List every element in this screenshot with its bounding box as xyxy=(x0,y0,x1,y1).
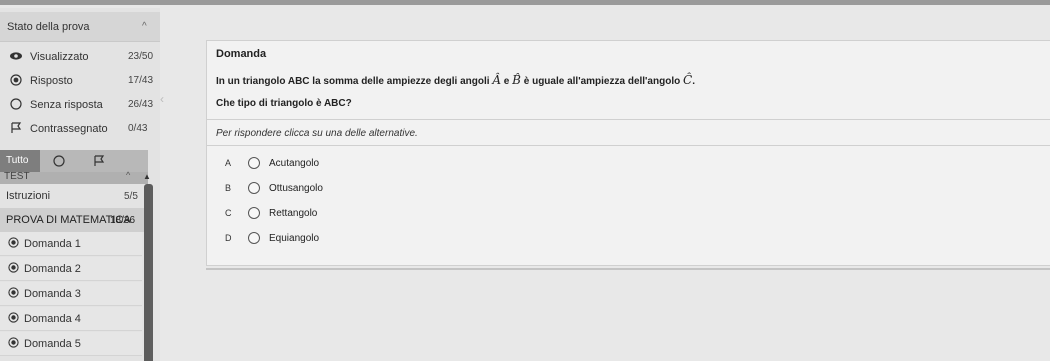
question-label: Domanda 3 xyxy=(24,288,81,300)
option-text: Acutangolo xyxy=(269,158,320,169)
top-border xyxy=(0,0,1050,5)
section-label: Istruzioni xyxy=(6,190,51,202)
option-letter: D xyxy=(225,233,232,243)
option-text: Rettangolo xyxy=(269,208,318,219)
stat-count: 26/43 xyxy=(128,99,154,110)
stat-label: Senza risposta xyxy=(30,99,103,111)
radio-filled-icon xyxy=(8,337,19,348)
radio-button[interactable] xyxy=(248,232,260,244)
stat-count: 17/43 xyxy=(128,75,154,86)
sidebar: Stato della prova ^ Visualizzato 23/50 R… xyxy=(0,8,160,361)
radio-filled-icon xyxy=(8,262,19,273)
radio-button[interactable] xyxy=(248,207,260,219)
question-text-end: . xyxy=(692,76,695,87)
question-subtext: Che tipo di triangolo è ABC? xyxy=(216,98,352,109)
question-title: Domanda xyxy=(216,48,267,60)
radio-filled-icon xyxy=(8,237,19,248)
question-item[interactable]: Domanda 1 xyxy=(0,232,142,256)
filter-unanswered-icon[interactable] xyxy=(52,154,66,168)
collapse-sidebar-chevron-icon[interactable]: ‹ xyxy=(160,92,170,112)
question-item[interactable]: Domanda 4 xyxy=(0,307,142,331)
stat-label: Risposto xyxy=(30,75,73,87)
radio-filled-icon xyxy=(8,287,19,298)
eye-icon xyxy=(10,52,22,60)
sidebar-scrollbar[interactable] xyxy=(144,184,153,361)
option-letter: B xyxy=(225,183,232,193)
question-label: Domanda 1 xyxy=(24,238,81,250)
divider xyxy=(207,119,1050,120)
panel-bottom-border xyxy=(206,268,1050,270)
section-count: 5/5 xyxy=(124,191,138,202)
test-header[interactable]: TEST ^ xyxy=(0,170,148,184)
stat-contrassegnato[interactable]: Contrassegnato 0/43 xyxy=(0,118,160,142)
radio-empty-icon xyxy=(10,98,22,110)
stat-risposto[interactable]: Risposto 17/43 xyxy=(0,70,160,94)
chevron-up-icon[interactable]: ^ xyxy=(126,170,130,180)
radio-filled-icon xyxy=(10,74,22,86)
section-istruzioni[interactable]: Istruzioni 5/5 xyxy=(0,184,148,208)
filter-flagged-icon[interactable] xyxy=(92,154,106,168)
stat-senza-risposta[interactable]: Senza risposta 26/43 xyxy=(0,94,160,118)
question-text-mid: è uguale all'ampiezza dell'angolo xyxy=(523,76,681,87)
question-text: In un triangolo ABC la somma delle ampie… xyxy=(216,73,695,87)
status-panel-header[interactable]: Stato della prova ^ xyxy=(0,12,160,42)
radio-button[interactable] xyxy=(248,182,260,194)
radio-button[interactable] xyxy=(248,157,260,169)
option-text: Equiangolo xyxy=(269,233,320,244)
divider xyxy=(207,145,1050,146)
test-label: TEST xyxy=(4,171,30,182)
question-label: Domanda 4 xyxy=(24,313,81,325)
section-count: 18/36 xyxy=(110,215,136,226)
question-item[interactable]: Domanda 3 xyxy=(0,282,142,306)
question-text-start: In un triangolo ABC la somma delle ampie… xyxy=(216,76,490,87)
filter-all-button[interactable]: Tutto xyxy=(0,150,40,172)
status-title: Stato della prova xyxy=(7,21,90,33)
stat-count: 23/50 xyxy=(128,51,154,62)
flag-icon xyxy=(11,122,22,133)
stat-label: Visualizzato xyxy=(30,51,89,63)
option-letter: A xyxy=(225,158,232,168)
answer-option-b[interactable]: B Ottusangolo xyxy=(207,180,507,200)
question-label: Domanda 2 xyxy=(24,263,81,275)
angle-b: B̂ xyxy=(512,73,521,87)
section-prova-matematica[interactable]: PROVA DI MATEMATICA 18/36 xyxy=(0,208,148,232)
stat-count: 0/43 xyxy=(128,123,148,134)
question-item[interactable]: Domanda 5 xyxy=(0,332,142,356)
answer-option-c[interactable]: C Rettangolo xyxy=(207,205,507,225)
stat-visualizzato[interactable]: Visualizzato 23/50 xyxy=(0,46,160,70)
instructions-text: Per rispondere clicca su una delle alter… xyxy=(216,128,418,139)
chevron-up-icon[interactable]: ^ xyxy=(142,21,147,32)
angle-a: Â xyxy=(492,73,502,87)
filter-bar: Tutto xyxy=(0,150,148,172)
scroll-up-arrow-icon[interactable]: ▲ xyxy=(143,172,151,181)
question-panel: Domanda In un triangolo ABC la somma del… xyxy=(206,40,1050,266)
question-text-conj: e xyxy=(503,76,510,87)
radio-filled-icon xyxy=(8,312,19,323)
answer-option-a[interactable]: A Acutangolo xyxy=(207,155,507,175)
option-text: Ottusangolo xyxy=(269,183,323,194)
option-letter: C xyxy=(225,208,232,218)
question-item[interactable]: Domanda 2 xyxy=(0,257,142,281)
answer-option-d[interactable]: D Equiangolo xyxy=(207,230,507,250)
question-label: Domanda 5 xyxy=(24,338,81,350)
stat-label: Contrassegnato xyxy=(30,123,108,135)
angle-c: Ĉ xyxy=(683,73,693,87)
